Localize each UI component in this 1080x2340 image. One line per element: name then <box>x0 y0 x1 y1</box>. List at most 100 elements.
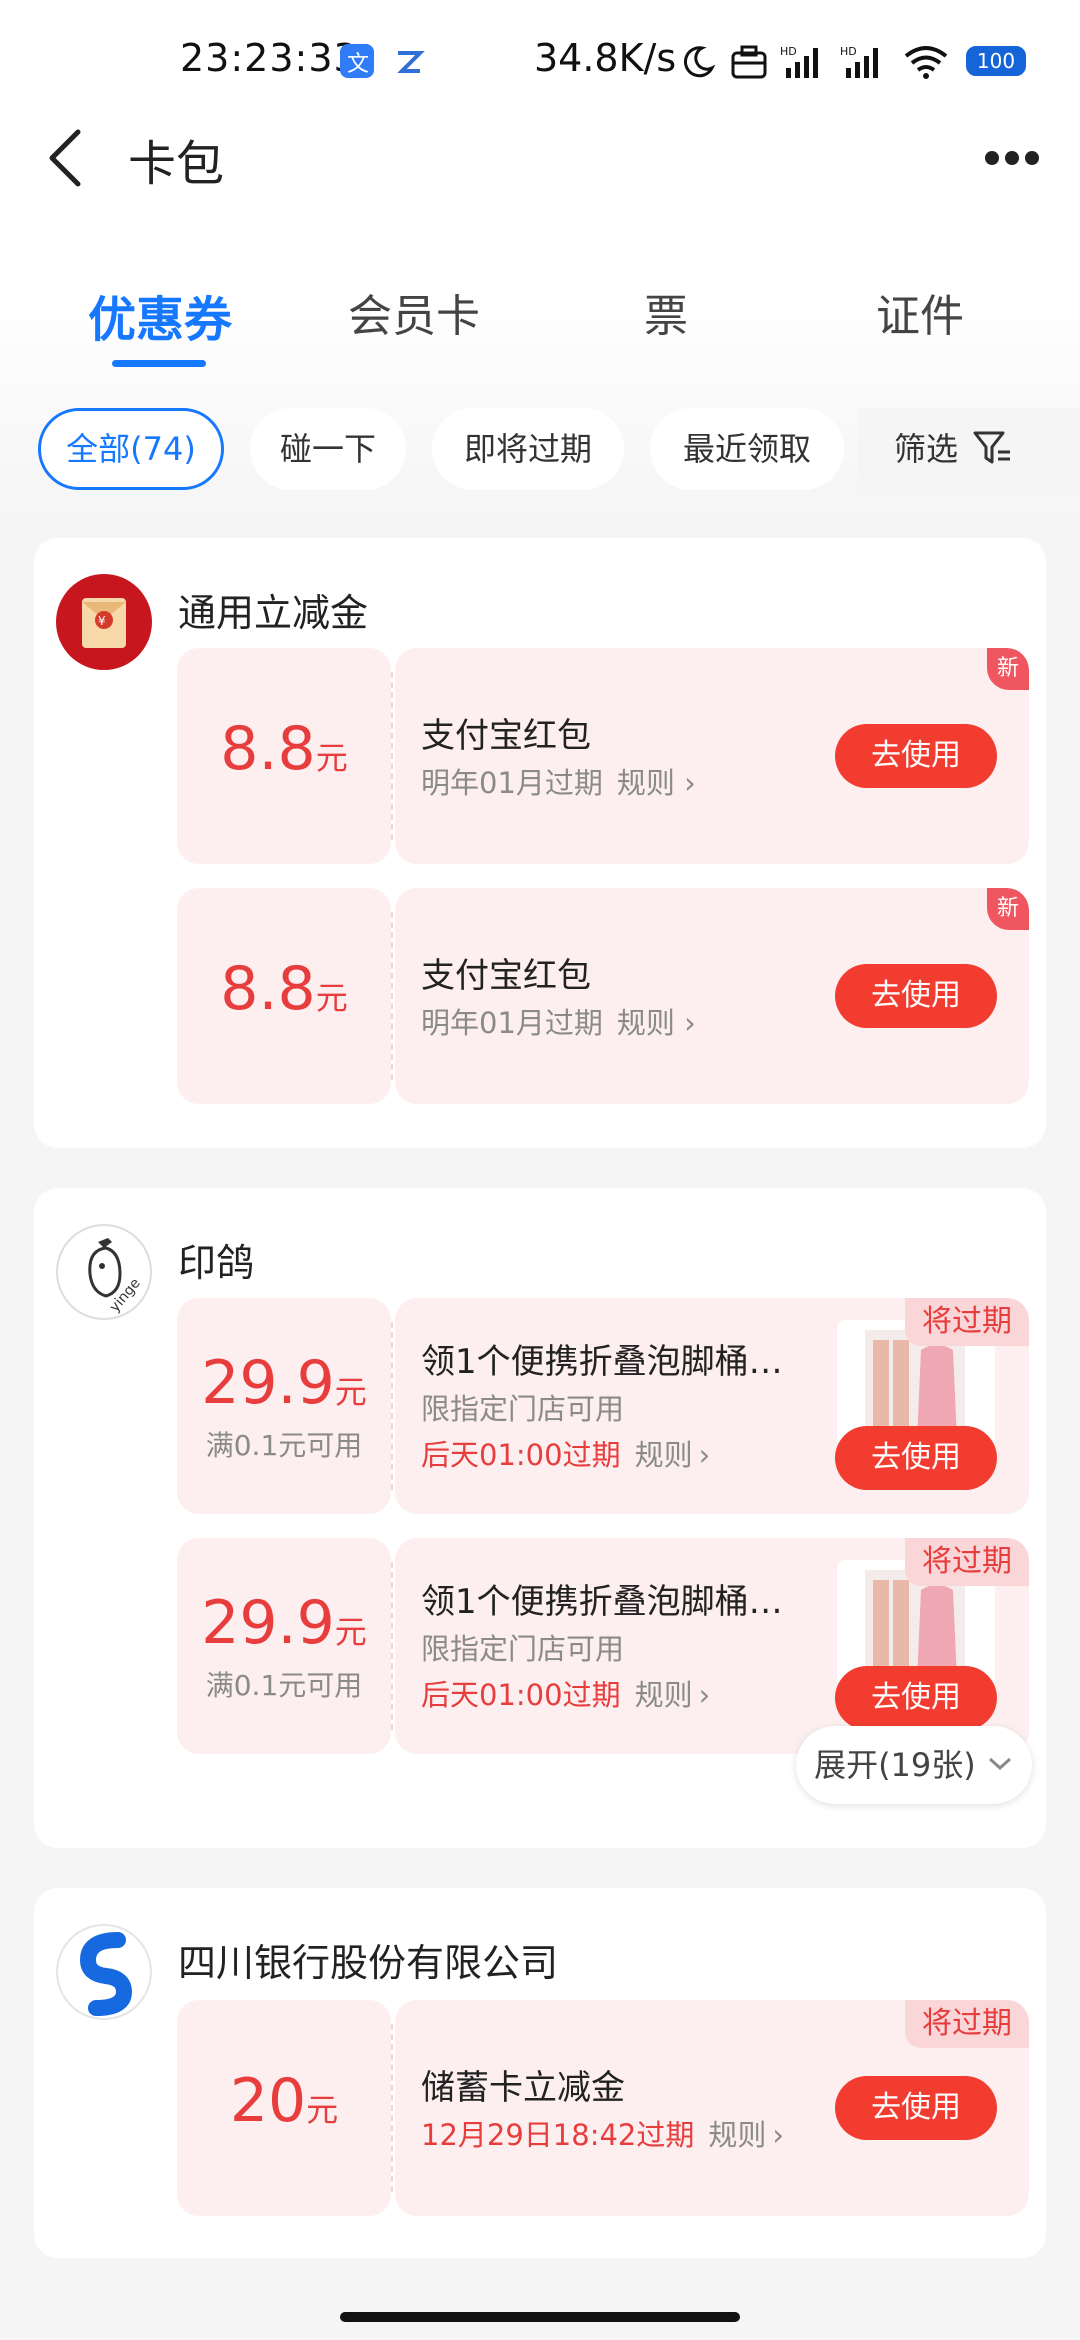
rule-link[interactable]: 规则 <box>617 766 675 800</box>
chevron-down-icon <box>988 1757 1011 1771</box>
merchant-name: 印鸽 <box>178 1241 255 1285</box>
expand-button[interactable]: 展开(19张) <box>796 1726 1032 1804</box>
coupon-expire: 后天01:00过期 规则 › <box>421 1678 711 1712</box>
coupon-info: 支付宝红包 明年01月过期 规则 › 去使用 新 <box>395 648 1029 864</box>
chip-recent[interactable]: 最近领取 <box>650 408 844 490</box>
divider <box>391 912 393 1080</box>
divider <box>391 1322 393 1490</box>
chip-all[interactable]: 全部(74) <box>38 408 224 490</box>
tab-bar: 优惠券 会员卡 票 证件 <box>0 280 1080 370</box>
coupon-condition: 满0.1元可用 <box>205 1429 363 1462</box>
svg-text:文: 文 <box>347 52 369 77</box>
tab-coupons[interactable]: 优惠券 <box>50 280 270 350</box>
briefcase-icon <box>730 44 768 89</box>
new-badge: 新 <box>987 888 1029 930</box>
home-indicator[interactable] <box>340 2312 740 2322</box>
coupon-name: 领1个便携折叠泡脚桶… <box>421 1582 783 1622</box>
merchant-card: ¥ 通用立减金 8.8元 支付宝红包 明年01月过期 规则 › 去使用 新 8.8… <box>34 538 1046 1148</box>
coupon-item[interactable]: 8.8元 支付宝红包 明年01月过期 规则 › 去使用 新 <box>177 648 1029 864</box>
coupon-amount-box: 29.9元 满0.1元可用 <box>177 1298 391 1514</box>
coupon-amount: 8.8 <box>220 954 316 1024</box>
rule-link[interactable]: 规则 <box>708 2118 766 2152</box>
merchant-name: 四川银行股份有限公司 <box>178 1941 559 1985</box>
coupon-item[interactable]: 29.9元 满0.1元可用 领1个便携折叠泡脚桶… 限指定门店可用 后天01:0… <box>177 1538 1029 1754</box>
more-dots-icon[interactable] <box>985 150 1045 170</box>
coupon-sub: 限指定门店可用 <box>421 1392 625 1426</box>
rule-link[interactable]: 规则 <box>635 1678 693 1712</box>
coupon-unit: 元 <box>306 2091 339 2129</box>
coupon-unit: 元 <box>315 979 348 1017</box>
svg-text:yinge: yinge <box>107 1275 144 1315</box>
expiring-badge: 将过期 <box>905 1538 1029 1586</box>
status-bar: 23:23:33 文 34.8K/s HD HD 100 <box>0 30 1080 94</box>
coupon-condition: 满0.1元可用 <box>205 1669 363 1702</box>
coupon-item[interactable]: 29.9元 满0.1元可用 领1个便携折叠泡脚桶… 限指定门店可用 后天01:0… <box>177 1298 1029 1514</box>
tab-underline <box>112 360 206 367</box>
divider <box>391 672 393 840</box>
signal-hd-icon: HD <box>780 44 824 89</box>
rule-link[interactable]: 规则 <box>635 1438 693 1472</box>
coupon-name: 支付宝红包 <box>421 716 591 756</box>
chevron-left-icon[interactable] <box>44 126 88 190</box>
coupon-expire: 明年01月过期 规则 › <box>421 766 696 800</box>
coupon-amount: 29.9 <box>201 1588 335 1658</box>
filter-button[interactable]: 筛选 <box>858 408 1080 490</box>
chip-expiring[interactable]: 即将过期 <box>432 408 624 490</box>
merchant-card: 四川银行股份有限公司 20元 储蓄卡立减金 12月29日18:42过期 规则 › 去… <box>34 1888 1046 2258</box>
yinge-logo: yinge <box>56 1224 152 1320</box>
coupon-amount-box: 20元 <box>177 2000 391 2216</box>
use-button[interactable]: 去使用 <box>835 1666 997 1730</box>
rule-link[interactable]: 规则 <box>617 1006 675 1040</box>
coupon-name: 储蓄卡立减金 <box>421 2068 625 2108</box>
coupon-expire: 12月29日18:42过期 规则 › <box>421 2118 785 2152</box>
page-title: 卡包 <box>128 136 225 192</box>
coupon-amount-box: 8.8元 <box>177 648 391 864</box>
new-badge: 新 <box>987 648 1029 690</box>
coupon-expire: 后天01:00过期 规则 › <box>421 1438 711 1472</box>
coupon-name: 支付宝红包 <box>421 956 591 996</box>
sichuan-bank-logo <box>56 1924 152 2020</box>
tab-tickets[interactable]: 票 <box>556 280 776 344</box>
coupon-amount: 29.9 <box>201 1348 335 1418</box>
coupon-amount: 8.8 <box>220 714 316 784</box>
wifi-icon <box>902 44 950 89</box>
svg-text:¥: ¥ <box>98 614 106 628</box>
red-envelope-icon: ¥ <box>56 574 152 670</box>
use-button[interactable]: 去使用 <box>835 2076 997 2140</box>
svg-text:HD: HD <box>840 45 857 58</box>
translate-app-icon: 文 <box>340 44 374 78</box>
coupon-expire: 明年01月过期 规则 › <box>421 1006 696 1040</box>
coupon-item[interactable]: 20元 储蓄卡立减金 12月29日18:42过期 规则 › 去使用 将过期 <box>177 2000 1029 2216</box>
merchant-name: 通用立减金 <box>178 591 369 635</box>
use-button[interactable]: 去使用 <box>835 1426 997 1490</box>
status-time: 23:23:33 <box>180 36 359 80</box>
divider <box>391 2024 393 2192</box>
filter-chips: 全部(74) 碰一下 即将过期 最近领取 筛选 <box>0 408 1080 492</box>
tab-member-cards[interactable]: 会员卡 <box>304 280 524 344</box>
coupon-info: 领1个便携折叠泡脚桶… 限指定门店可用 后天01:00过期 规则 › 去使用 将过期 <box>395 1298 1029 1514</box>
filter-label: 筛选 <box>894 430 959 468</box>
coupon-amount-box: 29.9元 满0.1元可用 <box>177 1538 391 1754</box>
coupon-sub: 限指定门店可用 <box>421 1632 625 1666</box>
divider <box>391 1562 393 1730</box>
moon-icon <box>680 44 716 89</box>
expiring-badge: 将过期 <box>905 1298 1029 1346</box>
coupon-info: 支付宝红包 明年01月过期 规则 › 去使用 新 <box>395 888 1029 1104</box>
use-button[interactable]: 去使用 <box>835 964 997 1028</box>
header: 卡包 <box>0 120 1080 200</box>
battery-icon: 100 <box>966 46 1026 76</box>
tab-documents[interactable]: 证件 <box>810 280 1030 344</box>
coupon-unit: 元 <box>334 1613 367 1651</box>
coupon-info: 储蓄卡立减金 12月29日18:42过期 规则 › 去使用 将过期 <box>395 2000 1029 2216</box>
network-speed: 34.8K/s <box>534 36 677 80</box>
filter-icon <box>973 431 1011 464</box>
coupon-amount-box: 8.8元 <box>177 888 391 1104</box>
coupon-info: 领1个便携折叠泡脚桶… 限指定门店可用 后天01:00过期 规则 › 去使用 将过期 <box>395 1538 1029 1754</box>
use-button[interactable]: 去使用 <box>835 724 997 788</box>
app-notification-icon <box>392 44 426 78</box>
coupon-amount: 20 <box>229 2066 307 2136</box>
chip-tap[interactable]: 碰一下 <box>250 408 406 490</box>
coupon-unit: 元 <box>334 1373 367 1411</box>
coupon-item[interactable]: 8.8元 支付宝红包 明年01月过期 规则 › 去使用 新 <box>177 888 1029 1104</box>
expiring-badge: 将过期 <box>905 2000 1029 2048</box>
